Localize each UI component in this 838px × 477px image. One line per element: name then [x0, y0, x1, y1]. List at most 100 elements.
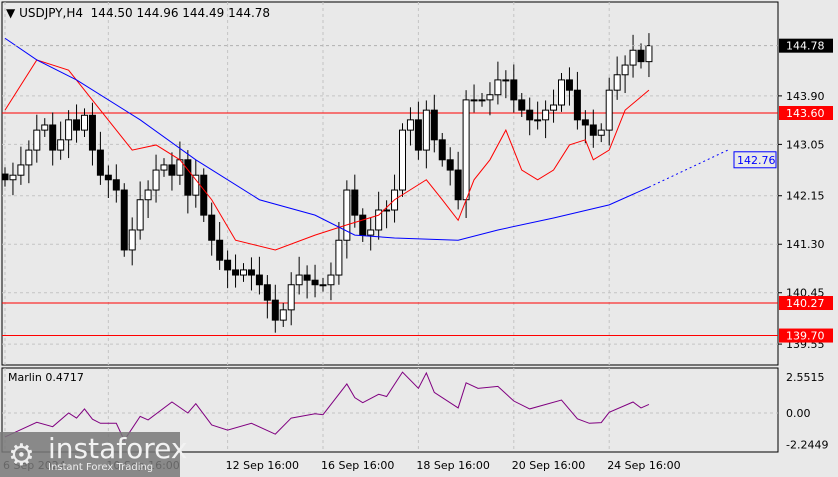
- y-tick-label: 143.90: [786, 90, 825, 103]
- x-tick-label: 16 Sep 16:00: [321, 459, 394, 472]
- candle-body: [414, 119, 422, 151]
- candle-body: [565, 79, 573, 91]
- candle-body: [168, 164, 176, 176]
- candle-body: [597, 129, 605, 136]
- candle-body: [327, 274, 335, 286]
- candle-body: [319, 284, 327, 287]
- candle-body: [462, 99, 470, 201]
- candle-body: [351, 189, 359, 216]
- candle-body: [57, 139, 65, 151]
- x-tick-label: 12 Sep 16:00: [226, 459, 299, 472]
- candle-body: [49, 124, 57, 151]
- level-price-label: 139.70: [786, 330, 825, 343]
- collapse-triangle-icon[interactable]: ▼: [6, 6, 15, 20]
- candle-body: [589, 124, 597, 136]
- candle-body: [120, 189, 128, 251]
- candle-body: [104, 174, 112, 181]
- candle-body: [478, 99, 486, 102]
- candle-body: [502, 79, 510, 82]
- candle-body: [65, 119, 73, 141]
- indicator-label: Marlin 0.4717: [8, 371, 84, 384]
- symbol-label: USDJPY,H4: [19, 6, 84, 20]
- candle-body: [486, 94, 494, 101]
- candle-body: [33, 129, 41, 151]
- y-tick-label: 143.05: [786, 138, 825, 151]
- candle-body: [573, 89, 581, 121]
- candle-body: [152, 169, 160, 191]
- candle-body: [518, 99, 526, 111]
- candle-body: [73, 119, 81, 131]
- indicator-tick-label: 2.5515: [786, 371, 825, 384]
- logo-name: instaforex: [48, 432, 188, 465]
- candle-body: [144, 189, 152, 201]
- x-tick-label: 20 Sep 16:00: [512, 459, 585, 472]
- candle-body: [295, 274, 303, 286]
- candle-body: [629, 49, 637, 66]
- candle-body: [9, 174, 17, 181]
- candle-body: [430, 109, 438, 141]
- candle-body: [240, 269, 247, 276]
- candle-body: [406, 119, 414, 131]
- candle-body: [160, 164, 168, 171]
- x-tick-label: 24 Sep 16:00: [607, 459, 680, 472]
- candle-body: [581, 119, 589, 126]
- current-price-label: 144.78: [786, 40, 825, 53]
- candle-body: [81, 114, 88, 131]
- candle-body: [136, 199, 144, 231]
- candle-body: [279, 309, 287, 321]
- candle-body: [438, 139, 446, 161]
- gear-logo-icon: ⚙: [8, 438, 35, 473]
- y-tick-label: 141.30: [786, 238, 825, 251]
- candle-body: [526, 109, 534, 121]
- candle-body: [637, 49, 645, 63]
- candle-body: [399, 129, 406, 191]
- candle-body: [534, 119, 542, 122]
- candle-body: [247, 269, 255, 276]
- candle-body: [542, 109, 550, 121]
- candle-body: [271, 299, 279, 321]
- price-chart[interactable]: 143.90143.05142.15141.30140.45139.556 Se…: [0, 0, 838, 477]
- candle-body: [287, 284, 295, 311]
- candle-body: [224, 259, 232, 271]
- y-tick-label: 142.15: [786, 190, 825, 203]
- candle-body: [192, 174, 200, 196]
- candle-body: [558, 79, 565, 106]
- candle-body: [550, 104, 558, 111]
- candle-body: [200, 174, 208, 216]
- candle-body: [335, 239, 343, 276]
- candle-body: [645, 45, 653, 63]
- candle-body: [17, 164, 25, 176]
- candle-body: [232, 269, 240, 276]
- level-price-label: 140.27: [786, 297, 825, 310]
- x-tick-label: 18 Sep 16:00: [416, 459, 489, 472]
- instaforex-logo: ⚙ instaforex Instant Forex Trading: [0, 432, 187, 477]
- logo-tagline: Instant Forex Trading: [48, 462, 154, 473]
- ohlc-values: 144.50 144.96 144.49 144.78: [90, 6, 271, 20]
- indicator-tick-label: 0.00: [786, 407, 811, 420]
- candle-body: [88, 114, 96, 151]
- candle-body: [470, 99, 478, 102]
- indicator-tick-label: -2.2449: [786, 439, 828, 452]
- candle-body: [128, 229, 136, 251]
- candle-body: [112, 179, 120, 191]
- candle-body: [1, 173, 9, 181]
- projection-label: 142.76: [737, 154, 776, 167]
- candle-body: [184, 159, 192, 196]
- candle-body: [422, 109, 430, 151]
- candle-body: [216, 239, 224, 261]
- candle-body: [367, 229, 375, 236]
- candle-body: [510, 79, 518, 101]
- candle-body: [96, 149, 104, 176]
- candle-body: [311, 279, 319, 286]
- candle-body: [41, 124, 49, 131]
- candle-body: [25, 149, 33, 166]
- candle-body: [263, 284, 271, 301]
- level-price-label: 143.60: [786, 107, 825, 120]
- candle-body: [605, 89, 613, 131]
- candle-body: [446, 159, 454, 171]
- candle-body: [303, 274, 311, 281]
- candle-body: [255, 274, 263, 286]
- candle-body: [494, 79, 502, 96]
- candle-body: [454, 169, 462, 201]
- candle-body: [359, 214, 367, 236]
